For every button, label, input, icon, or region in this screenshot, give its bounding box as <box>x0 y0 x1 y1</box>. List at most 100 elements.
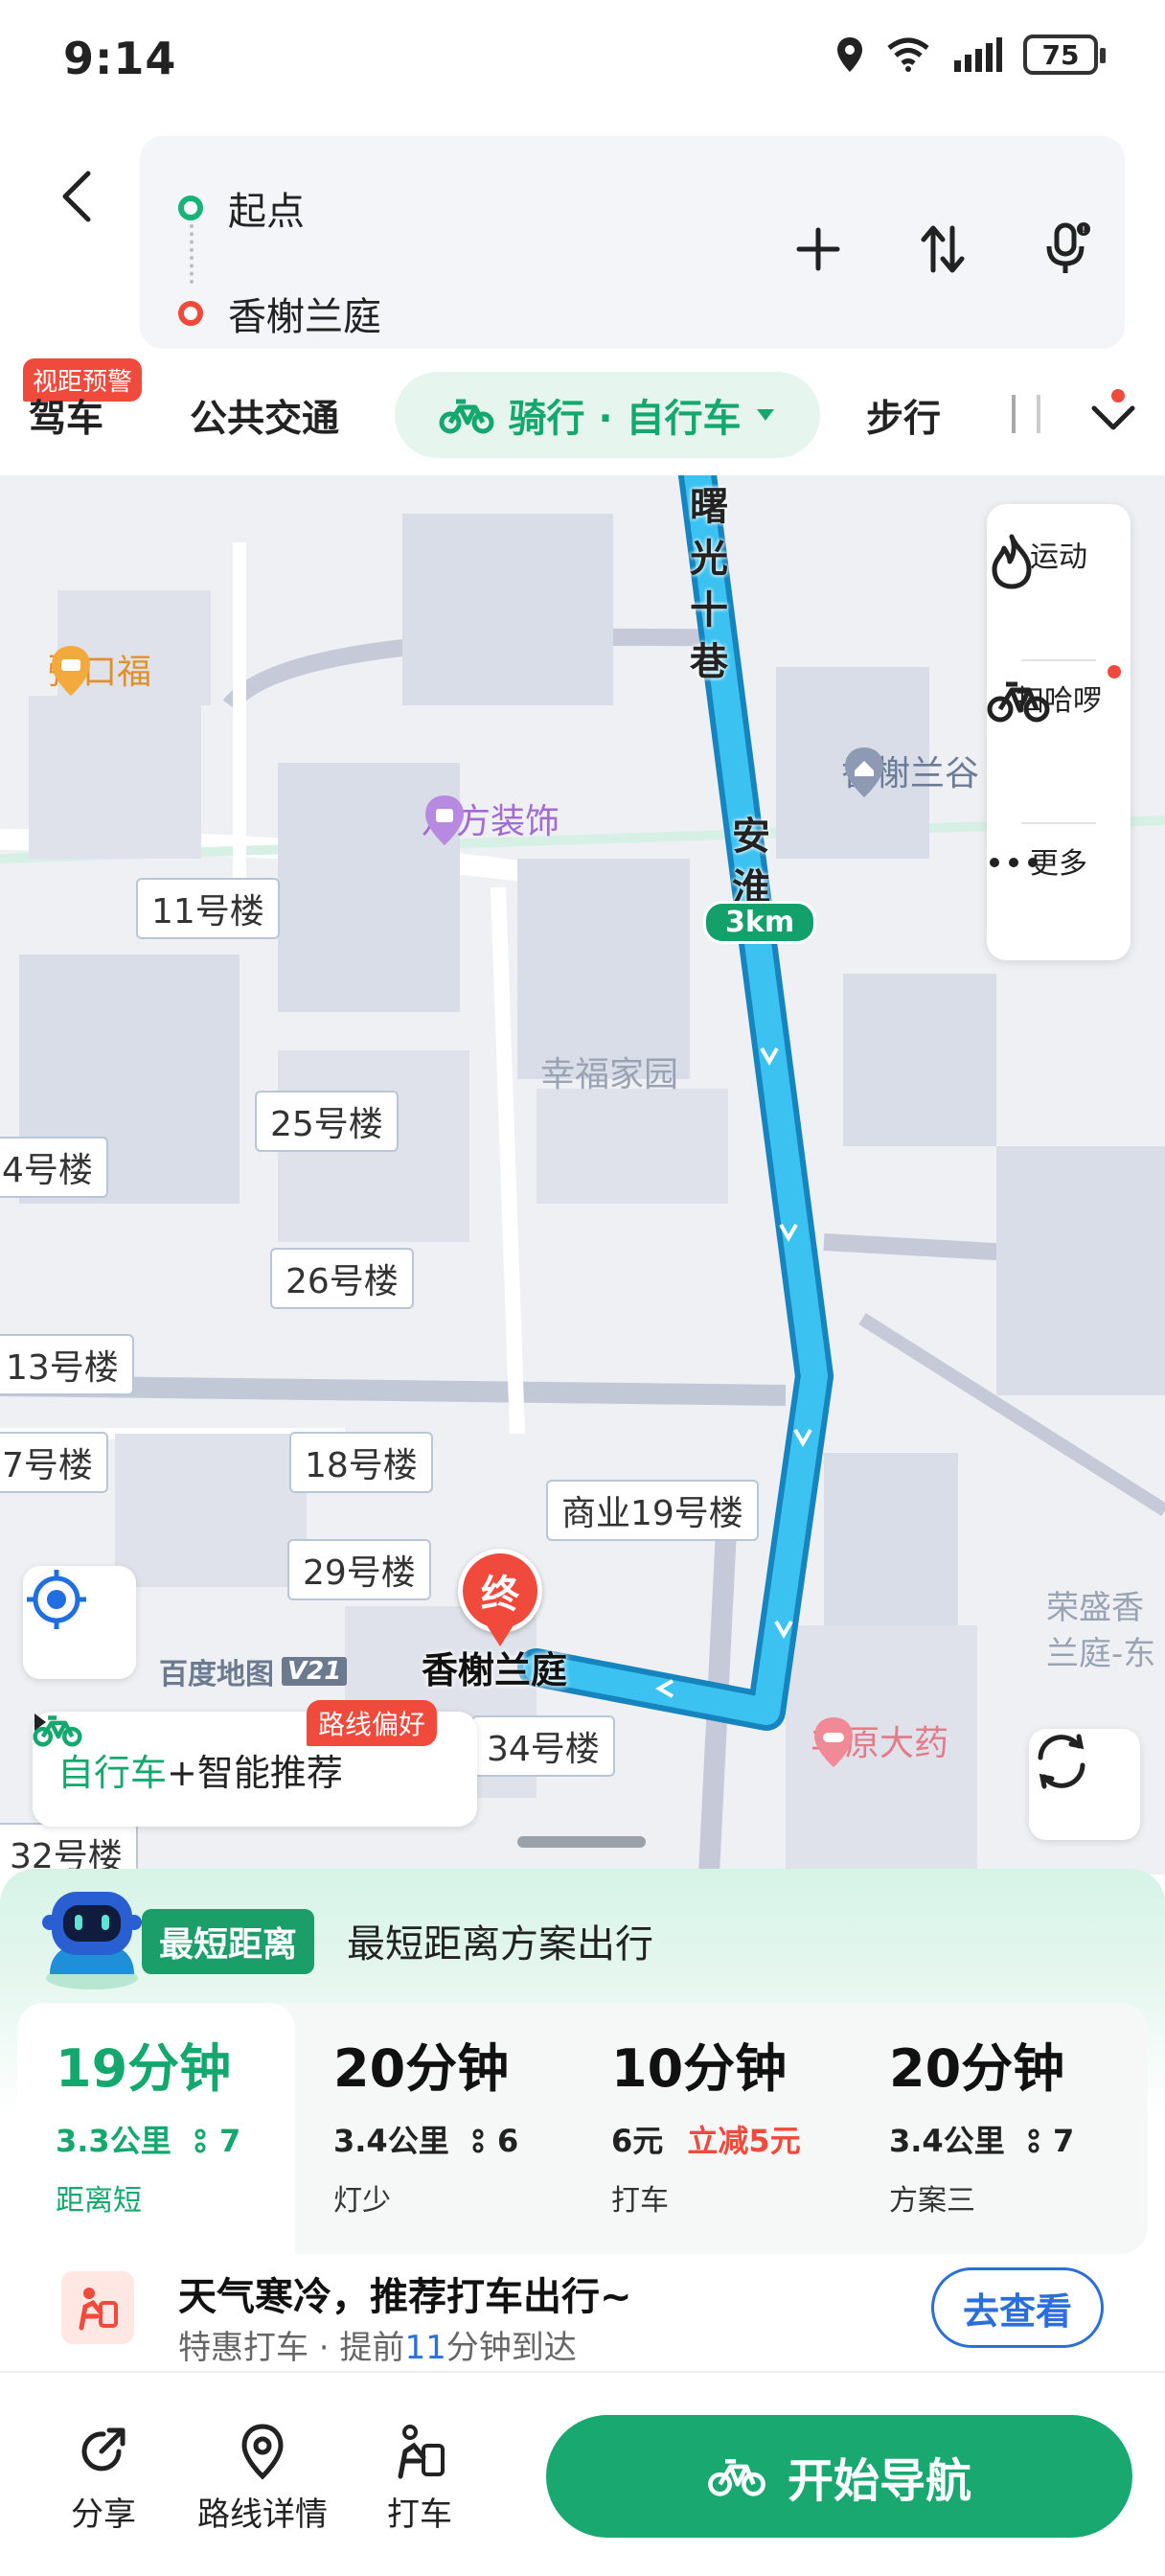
sport-label: 运动 <box>1030 540 1087 574</box>
restaurant-pin-icon <box>52 646 90 696</box>
weather-taxi-banner[interactable]: 天气寒冷，推荐打车出行~ 特惠打车 · 提前11分钟到达 去查看 <box>0 2254 1165 2371</box>
plan-meta: 3.4公里 6 <box>333 2117 573 2161</box>
building-label-25: 25号楼 <box>255 1091 399 1152</box>
voice-button[interactable]: ! <box>1039 220 1096 278</box>
more-modes-button[interactable] <box>1050 385 1136 452</box>
svg-text:!: ! <box>1082 225 1085 236</box>
plan-option-2[interactable]: 20分钟 3.4公里 6 灯少 <box>295 2003 573 2254</box>
destination-field[interactable]: 香榭兰庭 <box>178 286 381 341</box>
community-label: 幸福家园 <box>540 1055 679 1094</box>
locate-button[interactable] <box>23 1566 136 1679</box>
signal-icon <box>954 37 1002 72</box>
flame-icon <box>992 534 1032 589</box>
share-label: 分享 <box>71 2496 136 2534</box>
weather-sub-suffix: 分钟到达 <box>445 2329 577 2367</box>
plan-distance: 3.4公里 <box>333 2123 449 2159</box>
plan-time: 20分钟 <box>333 2038 510 2099</box>
poi-bafang[interactable]: 八方装饰 <box>422 794 560 845</box>
poi-porridge[interactable]: 粥口福 <box>48 644 151 696</box>
microphone-icon: ! <box>1046 222 1090 273</box>
start-navigation-label: 开始导航 <box>787 2454 971 2508</box>
divider <box>1021 822 1096 824</box>
weather-title: 天气寒冷，推荐打车出行~ <box>178 2275 632 2319</box>
building-label-11: 11号楼 <box>136 878 280 939</box>
plan-meta: 6元 立减5元 <box>611 2117 851 2161</box>
plan-price: 6元 <box>611 2123 664 2159</box>
route-actions: ! <box>789 220 1096 278</box>
share-button[interactable]: 分享 <box>71 2423 136 2535</box>
check-taxi-button[interactable]: 去查看 <box>931 2267 1104 2348</box>
caret-down-icon <box>756 409 774 421</box>
route-detail-button[interactable]: 路线详情 <box>197 2423 328 2535</box>
tab-walk[interactable]: 步行 <box>866 389 941 443</box>
status-time: 9:14 <box>63 33 177 84</box>
plan-distance: 3.3公里 <box>56 2123 171 2159</box>
status-bar: 9:14 75 <box>0 0 1165 115</box>
plan-option-1[interactable]: 19分钟 3.3公里 7 距离短 <box>17 2003 295 2254</box>
route-input-box: 起点 香榭兰庭 ! <box>140 136 1125 349</box>
shortest-distance-badge: 最短距离 <box>142 1909 315 1974</box>
start-navigation-button[interactable]: 开始导航 <box>546 2415 1132 2538</box>
destination-marker-label: 香榭兰庭 <box>422 1649 568 1691</box>
crosshair-icon <box>27 1570 86 1629</box>
more-tabs-indicator <box>1012 395 1040 433</box>
chevron-down-icon <box>1091 405 1135 430</box>
plan-time: 10分钟 <box>611 2038 788 2099</box>
bicycle-icon <box>708 2459 765 2496</box>
more-tools-button[interactable]: 更多 <box>987 840 1131 882</box>
location-pin-icon <box>241 2424 284 2480</box>
poi-xiangxie[interactable]: 香榭兰谷 <box>841 746 979 797</box>
plan-tag: 灯少 <box>333 2184 391 2218</box>
road-label-anhuai: 安淮 <box>732 815 770 910</box>
map-view[interactable]: 曙光十巷 安淮 3km 粥口福 八方装饰 香榭兰谷 幸福家园 11号楼 25号楼… <box>0 475 1165 1874</box>
plan-time: 20分钟 <box>889 2038 1065 2099</box>
back-button[interactable] <box>48 158 105 235</box>
building-label-29: 29号楼 <box>287 1539 431 1600</box>
swap-button[interactable] <box>914 220 971 278</box>
bicycle-icon <box>439 399 494 434</box>
preference-bike-label: 自行车 <box>57 1751 168 1794</box>
pharmacy-pin-icon <box>814 1717 853 1767</box>
plan-hint: 最短距离方案出行 <box>347 1922 653 1966</box>
sport-button[interactable]: 运动 <box>987 533 1131 589</box>
scan-bike-button[interactable]: 扫哈啰 <box>987 677 1131 723</box>
plan-option-4[interactable]: 20分钟 3.4公里 7 方案三 <box>851 2003 1129 2254</box>
road-label-shuguang: 曙光十巷 <box>690 485 728 684</box>
building-label-13: 13号楼 <box>0 1334 134 1395</box>
tab-drive[interactable]: 驾车 <box>29 389 103 443</box>
plan-lights: 7 <box>218 2123 241 2159</box>
map-side-toolbar: 运动 扫哈啰 更多 <box>987 504 1131 960</box>
notification-dot <box>1111 389 1125 402</box>
poi-fengyuan[interactable]: 丰原大药 <box>811 1715 948 1767</box>
refresh-route-button[interactable] <box>1029 1729 1140 1840</box>
building-label-32: 32号楼 <box>0 1823 138 1874</box>
refresh-icon <box>1038 1734 1085 1789</box>
caret-right-icon <box>34 1714 46 1731</box>
tab-transit[interactable]: 公共交通 <box>190 389 339 443</box>
tab-cycling[interactable]: 骑行 · 自行车 <box>395 372 820 458</box>
traffic-light-icon <box>472 2128 484 2153</box>
building-label-34: 34号楼 <box>471 1715 615 1777</box>
route-plans-panel: 最短距离 最短距离方案出行 19分钟 3.3公里 7 距离短 20分钟 3.4公… <box>0 1869 1165 2371</box>
building-label-26: 26号楼 <box>270 1248 414 1309</box>
swap-icon <box>921 225 965 273</box>
plan-option-3[interactable]: 10分钟 6元 立减5元 打车 <box>573 2003 851 2254</box>
taxi-button[interactable]: 打车 <box>387 2423 452 2535</box>
shop-pin-icon <box>425 795 464 845</box>
building-label-18: 18号楼 <box>289 1432 433 1493</box>
wifi-icon <box>887 37 929 72</box>
add-waypoint-button[interactable] <box>789 220 847 278</box>
destination-marker[interactable]: 终 <box>458 1549 542 1633</box>
travel-mode-tabs: 视距预警 驾车 公共交通 骑行 · 自行车 步行 <box>0 351 1165 475</box>
taxi-person-icon <box>61 2271 134 2344</box>
divider <box>1021 659 1096 661</box>
start-field[interactable]: 起点 <box>178 180 305 236</box>
plan-tag: 打车 <box>611 2184 669 2218</box>
building-label-7: 7号楼 <box>0 1432 108 1493</box>
route-connector <box>190 224 194 284</box>
drag-handle[interactable] <box>517 1836 646 1848</box>
poi-rongsheng-label: 荣盛香兰庭-东 <box>1046 1589 1156 1673</box>
plan-lights: 6 <box>496 2123 519 2159</box>
destination-label: 香榭兰庭 <box>228 295 381 339</box>
plan-distance: 3.4公里 <box>889 2123 1005 2159</box>
